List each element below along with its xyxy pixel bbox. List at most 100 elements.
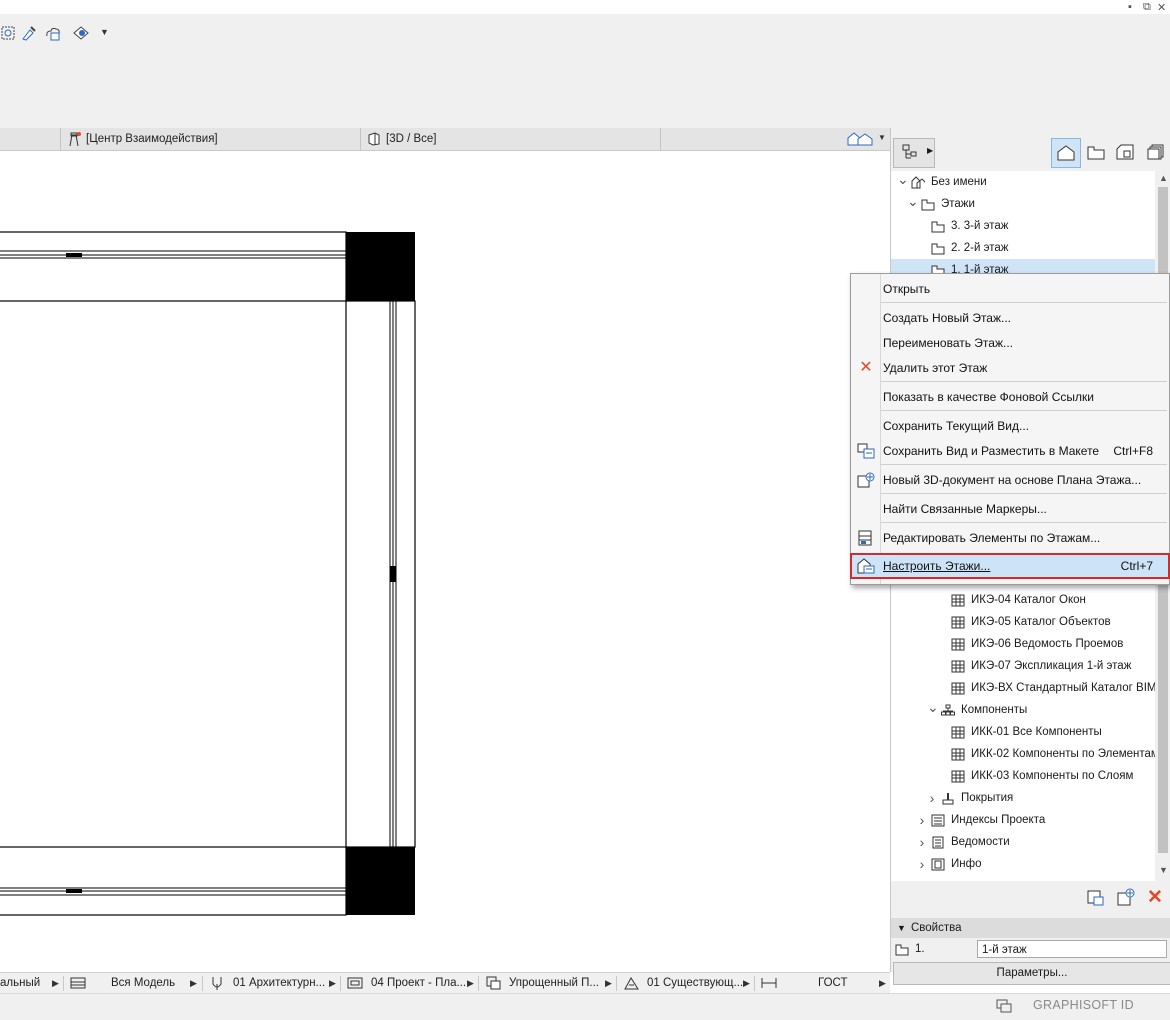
tree-item-label: Компоненты — [961, 704, 1028, 716]
chevron-right-icon[interactable]: ▶ — [605, 973, 612, 994]
tree-item-label: Ведомости — [951, 836, 1010, 848]
parameters-button[interactable]: Параметры... — [893, 962, 1170, 985]
cloud-doc-icon[interactable] — [44, 24, 62, 42]
list-icon — [932, 836, 944, 849]
tree-item-label: ИКЭ-ВХ Стандартный Каталог BIMx — [971, 682, 1155, 694]
chevron-down-icon[interactable]: ⌄ — [907, 193, 919, 209]
layer-combo[interactable]: Вся Модель — [111, 973, 175, 994]
delete-icon: ✕ — [859, 359, 873, 376]
chevron-right-icon[interactable]: ▶ — [467, 973, 474, 994]
tab-collaboration-center[interactable]: [Центр Взаимодействия] — [62, 128, 382, 150]
navigator-mode-button[interactable]: ▶ — [893, 138, 935, 168]
delete-view-icon[interactable]: ✕ — [1147, 886, 1163, 909]
clone-folder-icon[interactable] — [1087, 889, 1105, 907]
menu-item-new-3d-document[interactable]: Новый 3D-документ на основе Плана Этажа.… — [851, 468, 1169, 492]
properties-title: Свойства — [911, 922, 962, 934]
menu-item-find-linked-markers[interactable]: Найти Связанные Маркеры... — [851, 497, 1169, 521]
chevron-down-icon[interactable]: ⌄ — [927, 699, 939, 715]
scale-combo[interactable]: альный — [0, 973, 40, 994]
renovation-combo[interactable]: 01 Существующ... — [647, 973, 743, 994]
tree-item-12[interactable]: ИКК-01 Все Компоненты — [891, 721, 1155, 743]
brush-icon[interactable] — [20, 24, 38, 42]
tree-item-4[interactable]: 2. 2-й этаж — [891, 237, 1155, 259]
story-number: 1. — [915, 943, 925, 955]
menu-separator — [881, 522, 1167, 523]
tree-item-18[interactable]: › Инфо — [891, 853, 1155, 875]
menu-item-show-as-trace[interactable]: Показать в качестве Фоновой Ссылки — [851, 385, 1169, 409]
menu-item-save-current-view[interactable]: Сохранить Текущий Вид... — [851, 414, 1169, 438]
tree-item-6[interactable]: ИКЭ-04 Каталог Окон — [891, 589, 1155, 611]
tab-separator — [660, 128, 661, 150]
chevron-right-icon[interactable]: ▶ — [329, 973, 336, 994]
navigator-bottom-toolbar: ✕ — [891, 880, 1170, 920]
menu-item-new-story[interactable]: Создать Новый Этаж... — [851, 306, 1169, 330]
story-name-field[interactable]: 1-й этаж — [977, 940, 1167, 958]
chevron-right-icon[interactable]: › — [917, 853, 927, 875]
new-view-icon[interactable] — [1117, 888, 1135, 906]
project-icon — [911, 176, 925, 189]
view-map-icon[interactable] — [1087, 144, 1105, 160]
schedule-icon — [951, 660, 965, 673]
restore-icon[interactable]: ⧉ — [1143, 1, 1151, 14]
minimize-icon[interactable]: ▪ — [1128, 1, 1132, 13]
override-combo[interactable]: Упрощенный П... — [509, 973, 599, 994]
tab-3d-view[interactable]: [3D / Все] — [362, 128, 682, 150]
tree-item-label: ИКЭ-04 Каталог Окон — [971, 594, 1086, 606]
menu-item-delete-story[interactable]: ✕ Удалить этот Этаж — [851, 356, 1169, 380]
chevron-right-icon: ▶ — [927, 146, 934, 155]
menu-item-rename-story[interactable]: Переименовать Этаж... — [851, 331, 1169, 355]
tree-item-8[interactable]: ИКЭ-06 Ведомость Проемов — [891, 633, 1155, 655]
layout-book-icon[interactable] — [1116, 144, 1134, 160]
home-view-icon[interactable] — [846, 131, 874, 147]
tree-item-14[interactable]: ИКК-03 Компоненты по Слоям — [891, 765, 1155, 787]
drawing-canvas[interactable] — [0, 151, 890, 971]
scroll-up-icon[interactable]: ▲ — [1159, 173, 1168, 183]
separator — [616, 976, 617, 991]
tree-item-label: Покрытия — [961, 792, 1014, 804]
tree-item-13[interactable]: ИКК-02 Компоненты по Элементам — [891, 743, 1155, 765]
chevron-right-icon[interactable]: › — [927, 787, 937, 809]
menu-item-open[interactable]: Открыть — [851, 277, 1169, 301]
tree-item-9[interactable]: ИКЭ-07 Экспликация 1-й этаж — [891, 655, 1155, 677]
quick-options-bar: альный ▶ Вся Модель ▶ 01 Архитектурн... … — [0, 972, 890, 994]
model-view-combo[interactable]: 04 Проект - Пла... — [371, 973, 466, 994]
tree-item-2[interactable]: ⌄ Этажи — [891, 193, 1155, 215]
menu-item-edit-elements-by-story[interactable]: Редактировать Элементы по Этажам... — [851, 526, 1169, 550]
tree-item-1[interactable]: ⌄ Без имени — [891, 171, 1155, 193]
project-map-button[interactable] — [1051, 138, 1081, 168]
chevron-right-icon[interactable]: ▶ — [879, 973, 886, 994]
close-window-icon[interactable]: ✕ — [1157, 1, 1166, 14]
chevron-right-icon[interactable]: ▶ — [743, 973, 750, 994]
menu-separator — [881, 464, 1167, 465]
tree-item-17[interactable]: › Ведомости — [891, 831, 1155, 853]
chevron-right-icon[interactable]: ▶ — [190, 973, 197, 994]
dimension-combo[interactable]: ГОСТ — [818, 973, 847, 994]
menu-item-story-settings[interactable]: Настроить Этажи... Ctrl+7 — [850, 553, 1170, 579]
context-menu: Открыть Создать Новый Этаж... Переименов… — [850, 273, 1170, 585]
pen-set-combo[interactable]: 01 Архитектурн... — [233, 973, 325, 994]
select-frame-icon[interactable] — [0, 24, 18, 42]
tree-item-11[interactable]: ⌄ Компоненты — [891, 699, 1155, 721]
tree-item-16[interactable]: › Индексы Проекта — [891, 809, 1155, 831]
publish-icon[interactable] — [72, 24, 90, 42]
separator — [63, 976, 64, 991]
separator — [478, 976, 479, 991]
tree-item-15[interactable]: › Покрытия — [891, 787, 1155, 809]
windows-icon[interactable] — [996, 999, 1012, 1013]
chevron-right-icon[interactable]: › — [917, 831, 927, 853]
chevron-down-icon[interactable]: ⌄ — [897, 171, 909, 187]
chevron-right-icon[interactable]: ▶ — [52, 973, 59, 994]
tree-item-10[interactable]: ИКЭ-ВХ Стандартный Каталог BIMx — [891, 677, 1155, 699]
scroll-down-icon[interactable]: ▼ — [1159, 865, 1168, 875]
graphisoft-id-label[interactable]: GRAPHISOFT ID — [1033, 998, 1134, 1012]
model-view-icon — [347, 977, 363, 989]
properties-header[interactable]: ▼ Свойства — [891, 918, 1170, 938]
tab-menu-arrow-icon[interactable]: ▼ — [878, 133, 886, 142]
publisher-sets-icon[interactable] — [1147, 144, 1165, 160]
toolbar-dropdown-arrow-icon[interactable]: ▼ — [100, 27, 109, 37]
tree-item-3[interactable]: 3. 3-й этаж — [891, 215, 1155, 237]
schedule-icon — [951, 726, 965, 739]
menu-item-save-and-place[interactable]: Сохранить Вид и Разместить в Макете Ctrl… — [851, 439, 1169, 463]
tree-item-7[interactable]: ИКЭ-05 Каталог Объектов — [891, 611, 1155, 633]
chevron-right-icon[interactable]: › — [917, 809, 927, 831]
